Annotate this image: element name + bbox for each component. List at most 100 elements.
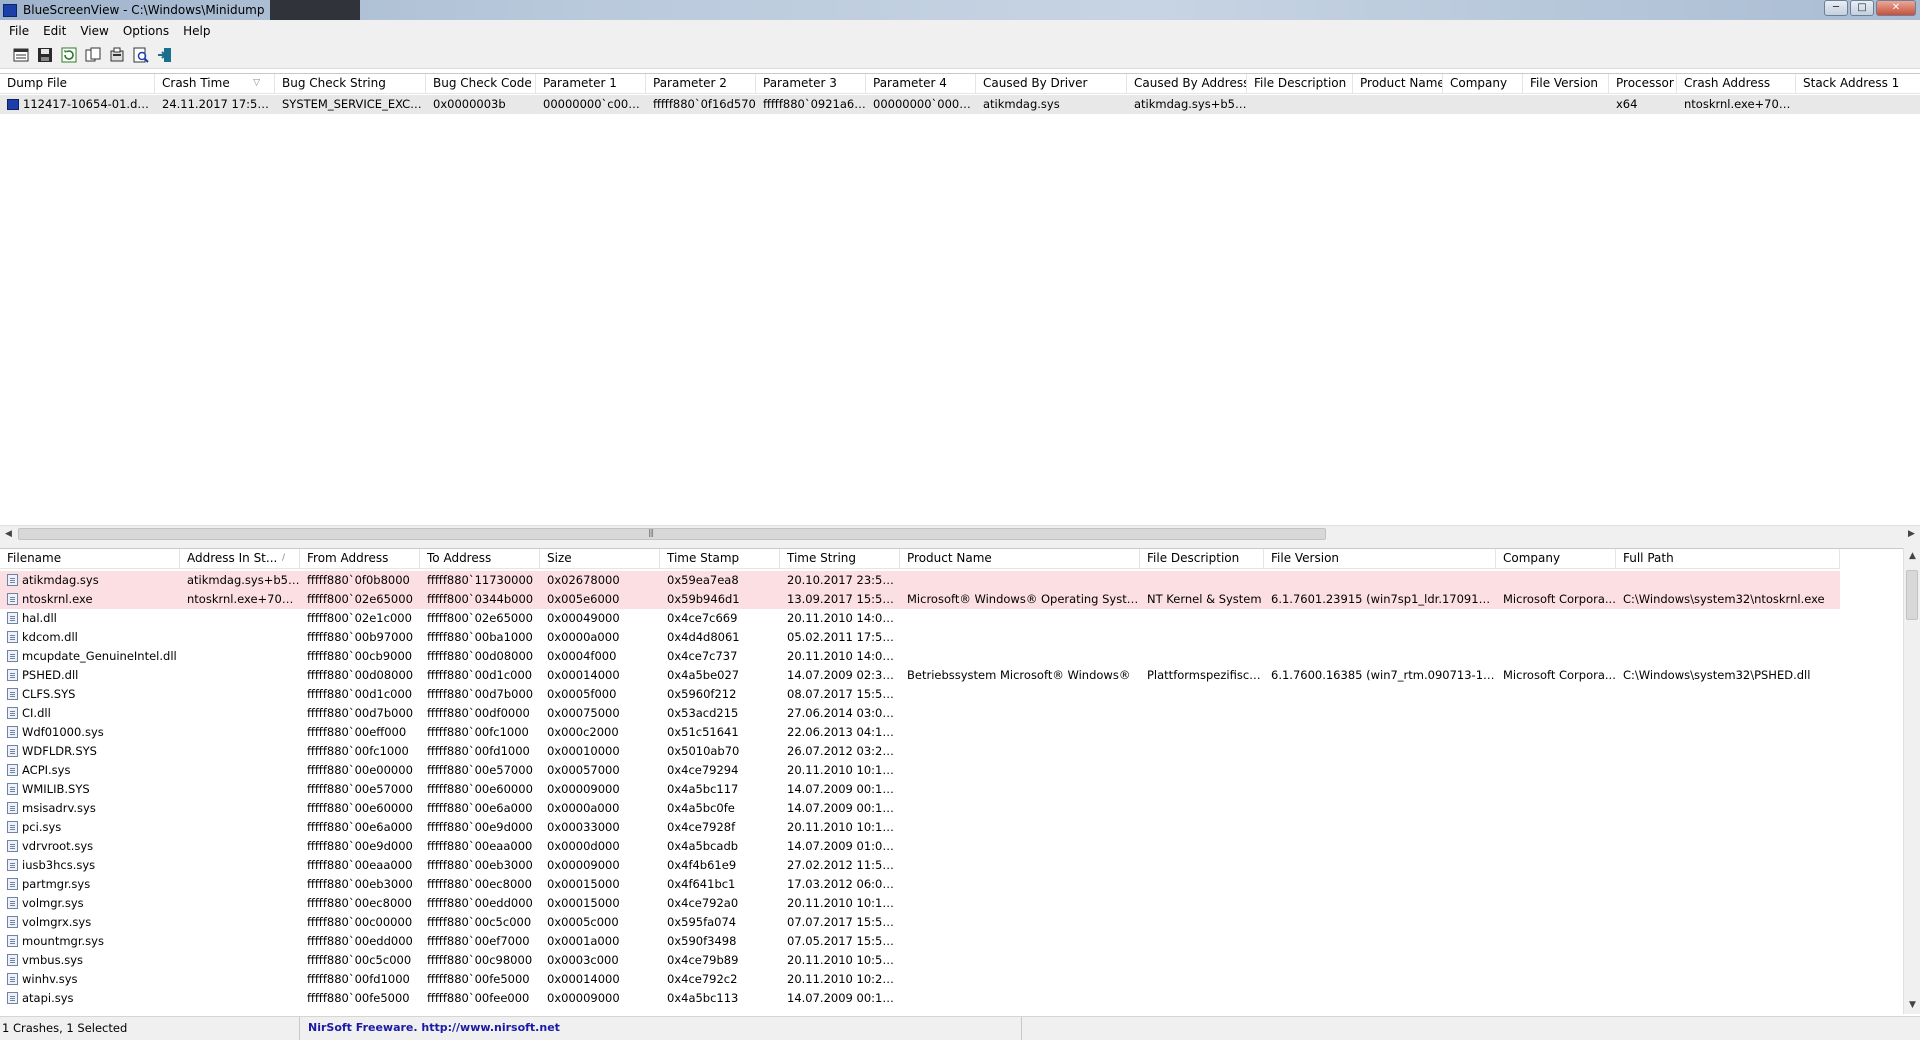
crash-col-file-description[interactable]: File Description — [1247, 74, 1353, 94]
module-row[interactable]: volmgrx.sys fffff880`00c00000 fffff880`00c… — [0, 913, 1840, 932]
menu-options[interactable]: Options — [116, 24, 176, 38]
module-row[interactable]: PSHED.dll fffff880`00d08000 fffff880`00d1c… — [0, 666, 1840, 685]
module-row[interactable]: iusb3hcs.sys fffff880`00eaa000 fffff880`00… — [0, 856, 1840, 875]
module-row[interactable]: CI.dll fffff880`00d7b000 fffff880`00df0000… — [0, 704, 1840, 723]
refresh-icon[interactable] — [58, 44, 80, 66]
menu-file[interactable]: File — [2, 24, 36, 38]
module-list-vscrollbar[interactable]: ▲ ▼ — [1903, 548, 1920, 1014]
module-row[interactable]: atapi.sys fffff880`00fe5000 fffff880`00fee… — [0, 989, 1840, 1008]
module-col-to-address[interactable]: To Address — [420, 549, 540, 569]
menu-edit[interactable]: Edit — [36, 24, 73, 38]
module-col-product-name[interactable]: Product Name — [900, 549, 1140, 569]
find-icon[interactable] — [130, 44, 152, 66]
minimize-button[interactable]: ─ — [1824, 0, 1848, 16]
module-cell-full-path — [1616, 647, 1840, 666]
crash-col-file-version[interactable]: File Version — [1523, 74, 1609, 94]
module-row[interactable]: volmgr.sys fffff880`00ec8000 fffff880`00ed… — [0, 894, 1840, 913]
crash-col-company[interactable]: Company — [1443, 74, 1523, 94]
module-col-company[interactable]: Company — [1496, 549, 1616, 569]
module-col-file-description[interactable]: File Description — [1140, 549, 1264, 569]
crash-col-crash-address[interactable]: Crash Address — [1677, 74, 1796, 94]
scroll-left-icon[interactable]: ◀ — [0, 526, 17, 543]
module-cell-time-string: 22.06.2013 04:13:05 — [780, 723, 900, 742]
module-row[interactable]: Wdf01000.sys fffff880`00eff000 fffff880`00… — [0, 723, 1840, 742]
exit-icon[interactable] — [154, 44, 176, 66]
crash-col-parameter-2[interactable]: Parameter 2 — [646, 74, 756, 94]
module-cell-text: 0x0001a000 — [547, 934, 620, 948]
module-row[interactable]: winhv.sys fffff880`00fd1000 fffff880`00fe5… — [0, 970, 1840, 989]
module-cell-text: fffff880`00e57000 — [427, 763, 533, 777]
module-cell-product-name — [900, 799, 1140, 818]
crash-col-dump-file[interactable]: Dump File — [0, 74, 155, 94]
module-file-icon — [7, 650, 18, 662]
module-row[interactable]: hal.dll fffff800`02e1c000 fffff800`02e6500… — [0, 609, 1840, 628]
module-cell-text: 0x4a5bc113 — [667, 991, 739, 1005]
module-cell-size: 0x0000a000 — [540, 799, 660, 818]
maximize-button[interactable]: □ — [1850, 0, 1874, 16]
module-cell-full-path: C:\Windows\system32\ntoskrnl.exe — [1616, 590, 1840, 609]
module-col-size[interactable]: Size — [540, 549, 660, 569]
module-row[interactable]: msisadrv.sys fffff880`00e60000 fffff880`00… — [0, 799, 1840, 818]
module-row[interactable]: vdrvroot.sys fffff880`00e9d000 fffff880`00… — [0, 837, 1840, 856]
scroll-down-icon[interactable]: ▼ — [1904, 997, 1920, 1014]
crash-col-processor[interactable]: Processor — [1609, 74, 1677, 94]
module-row[interactable]: kdcom.dll fffff880`00b97000 fffff880`00ba1… — [0, 628, 1840, 647]
html-report-icon[interactable] — [106, 44, 128, 66]
crash-col-bug-check-code[interactable]: Bug Check Code — [426, 74, 536, 94]
module-col-label: Full Path — [1623, 551, 1674, 565]
crash-col-parameter-1[interactable]: Parameter 1 — [536, 74, 646, 94]
scroll-right-icon[interactable]: ▶ — [1903, 526, 1920, 543]
menu-view[interactable]: View — [73, 24, 115, 38]
module-cell-company — [1496, 799, 1616, 818]
nirsoft-link[interactable]: NirSoft Freeware. http://www.nirsoft.net — [300, 1017, 1022, 1040]
crash-col-parameter-3[interactable]: Parameter 3 — [756, 74, 866, 94]
module-row[interactable]: ACPI.sys fffff880`00e00000 fffff880`00e570… — [0, 761, 1840, 780]
module-col-from-address[interactable]: From Address — [300, 549, 420, 569]
save-icon[interactable] — [34, 44, 56, 66]
module-row[interactable]: mountmgr.sys fffff880`00edd000 fffff880`00… — [0, 932, 1840, 951]
module-cell-filename: iusb3hcs.sys — [0, 856, 180, 875]
crash-col-caused-by-address[interactable]: Caused By Address — [1127, 74, 1247, 94]
scroll-up-icon[interactable]: ▲ — [1904, 548, 1920, 565]
crash-col-bug-check-string[interactable]: Bug Check String — [275, 74, 426, 94]
module-cell-text: 0x00049000 — [547, 611, 620, 625]
hscroll-thumb[interactable] — [18, 528, 1326, 540]
menu-help[interactable]: Help — [176, 24, 217, 38]
module-row[interactable]: WMILIB.SYS fffff880`00e57000 fffff880`00e6… — [0, 780, 1840, 799]
module-row[interactable]: ntoskrnl.exe ntoskrnl.exe+703a9 fffff800`0… — [0, 590, 1840, 609]
module-cell-text: 0x4f4b61e9 — [667, 858, 737, 872]
module-cell-full-path — [1616, 571, 1840, 590]
module-col-file-version[interactable]: File Version — [1264, 549, 1496, 569]
vscroll-thumb[interactable] — [1906, 570, 1918, 620]
crash-list-hscrollbar[interactable]: ◀ ||| ▶ — [0, 525, 1920, 542]
module-cell-size: 0x0000a000 — [540, 628, 660, 647]
crash-col-caused-by-driver[interactable]: Caused By Driver — [976, 74, 1127, 94]
module-col-time-stamp[interactable]: Time Stamp — [660, 549, 780, 569]
module-cell-time-stamp: 0x4ce7c669 — [660, 609, 780, 628]
close-button[interactable]: ✕ — [1876, 0, 1916, 16]
crash-col-stack-address-1[interactable]: Stack Address 1 — [1796, 74, 1920, 94]
module-col-address-in-st[interactable]: Address In St... / — [180, 549, 300, 569]
crash-col-crash-time[interactable]: Crash Time ▽ — [155, 74, 275, 94]
module-row[interactable]: partmgr.sys fffff880`00eb3000 fffff880`00e… — [0, 875, 1840, 894]
module-col-time-string[interactable]: Time String — [780, 549, 900, 569]
module-col-filename[interactable]: Filename — [0, 549, 180, 569]
module-row[interactable]: mcupdate_GenuineIntel.dll fffff880`00cb90… — [0, 647, 1840, 666]
crash-col-parameter-4[interactable]: Parameter 4 — [866, 74, 976, 94]
module-row[interactable]: atikmdag.sys atikmdag.sys+b5570 fffff880`0… — [0, 571, 1840, 590]
module-col-full-path[interactable]: Full Path — [1616, 549, 1840, 569]
module-row[interactable]: pci.sys fffff880`00e6a000 fffff880`00e9d00… — [0, 818, 1840, 837]
module-row[interactable]: vmbus.sys fffff880`00c5c000 fffff880`00c98… — [0, 951, 1840, 970]
module-cell-text: 6.1.7601.23915 (win7sp1_ldr.170913-0600) — [1271, 592, 1496, 606]
module-row[interactable]: CLFS.SYS fffff880`00d1c000 fffff880`00d7b0… — [0, 685, 1840, 704]
module-cell-text: 0x0003c000 — [547, 953, 619, 967]
module-cell-filename: atapi.sys — [0, 989, 180, 1008]
module-cell-filename: Wdf01000.sys — [0, 723, 180, 742]
properties-icon[interactable] — [10, 44, 32, 66]
crash-col-product-name[interactable]: Product Name — [1353, 74, 1443, 94]
copy-icon[interactable] — [82, 44, 104, 66]
module-cell-company — [1496, 932, 1616, 951]
module-col-label: Product Name — [907, 551, 992, 565]
crash-row[interactable]: 112417-10654-01.dmp 24.11.2017 17:53:49 SY… — [0, 95, 1920, 114]
module-row[interactable]: WDFLDR.SYS fffff880`00fc1000 fffff880`00fd… — [0, 742, 1840, 761]
